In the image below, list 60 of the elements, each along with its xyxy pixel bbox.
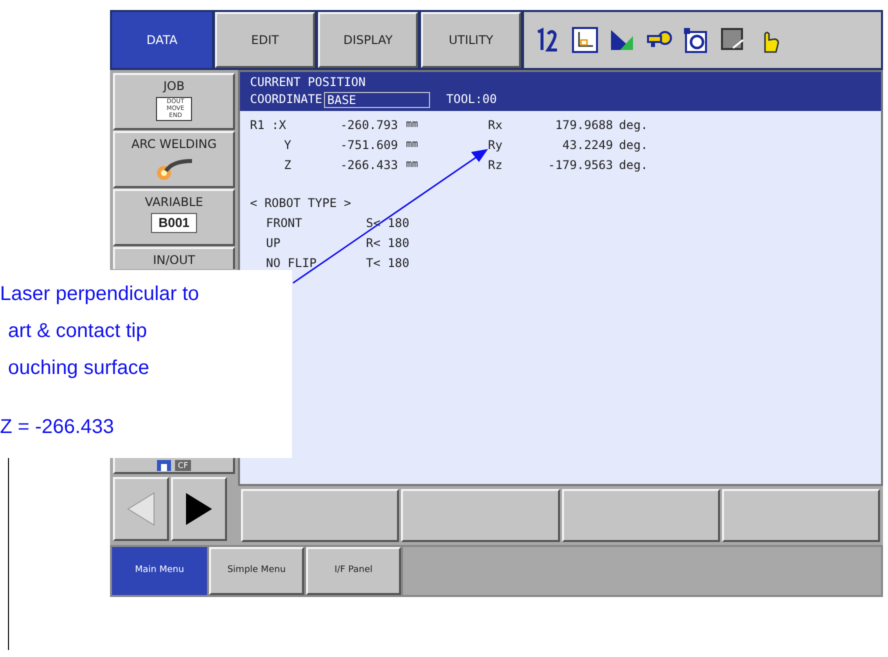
annotation-text: Laser perpendicular to <box>0 282 200 307</box>
unit-label: mm <box>406 118 420 132</box>
right-arrow-icon <box>184 491 214 527</box>
function-button[interactable] <box>562 489 720 542</box>
axis-value: -179.9563 <box>546 157 613 174</box>
axis-value: -260.793 <box>339 117 398 134</box>
annotation-text: art & contact tip <box>7 319 148 344</box>
axis-limit: S< 180 <box>366 215 410 232</box>
robot-type-label: UP <box>265 235 282 252</box>
axis-value: -751.609 <box>339 137 398 154</box>
panel-title: CURRENT POSITION <box>250 74 367 91</box>
unit-label: mm <box>406 138 420 152</box>
unit-label: deg. <box>619 137 648 154</box>
variable-value: B001 <box>151 213 197 233</box>
next-button[interactable] <box>171 477 227 541</box>
menu-tab[interactable]: Simple Menu <box>209 547 304 595</box>
unit-label: deg. <box>619 117 648 134</box>
axis-label: Z <box>283 157 292 174</box>
coordinate-field[interactable]: BASE <box>324 92 430 108</box>
side-menu-label: ARC WELDING <box>131 136 217 153</box>
robot-type-label: NO FLIP <box>265 255 318 272</box>
left-arrow-icon <box>126 491 156 527</box>
menu-tab[interactable]: DISPLAY <box>318 12 418 68</box>
menu-tab[interactable]: Main Menu <box>112 547 207 595</box>
previous-button[interactable] <box>113 477 169 541</box>
annotation-value: Z = -266.433 <box>0 415 115 440</box>
menu-tab[interactable]: EDIT <box>215 12 315 68</box>
function-button[interactable] <box>401 489 560 542</box>
axis-label: Ry <box>488 137 504 154</box>
menu-tab[interactable]: DATA <box>112 12 212 68</box>
storage-button[interactable]: CF <box>113 458 235 474</box>
side-menu-button[interactable]: IN/OUT <box>113 247 235 269</box>
axis-value: 43.2249 <box>561 137 613 154</box>
axis-value: -266.433 <box>339 157 398 174</box>
unit-label: deg. <box>619 157 648 174</box>
side-menu-label: VARIABLE <box>144 194 204 211</box>
side-menu-label: JOB <box>163 78 185 95</box>
tool-number: TOOL:00 <box>446 91 497 108</box>
side-menu-label: IN/OUT <box>152 252 196 269</box>
unit-label: mm <box>406 158 420 172</box>
axis-value: 179.9688 <box>554 117 613 134</box>
coordinate-icon[interactable] <box>571 26 599 54</box>
robot-type-label: FRONT <box>265 215 304 232</box>
teach-mode-icon[interactable] <box>682 26 710 54</box>
menu-tab[interactable]: UTILITY <box>421 12 521 68</box>
coordinate-label: COORDINATE <box>250 91 322 108</box>
function-button[interactable] <box>241 489 400 542</box>
side-menu-button[interactable]: VARIABLE B001 <box>113 189 235 246</box>
annotation-text: ouching surface <box>7 356 150 381</box>
axis-label: Y <box>283 137 292 154</box>
axis-limit: T< 180 <box>366 255 410 272</box>
side-menu-button[interactable]: ARC WELDING <box>113 131 235 188</box>
function-button[interactable] <box>722 489 880 542</box>
axis-limit: R< 180 <box>366 235 410 252</box>
robot-type-title: < ROBOT TYPE > <box>250 195 352 212</box>
menu-tab[interactable]: I/F Panel <box>306 547 401 595</box>
axis-label: R1 :X <box>250 117 288 134</box>
axis-label: Rz <box>488 157 504 174</box>
axis-label: Rx <box>488 117 504 134</box>
cf-card-icon: CF <box>175 460 191 471</box>
